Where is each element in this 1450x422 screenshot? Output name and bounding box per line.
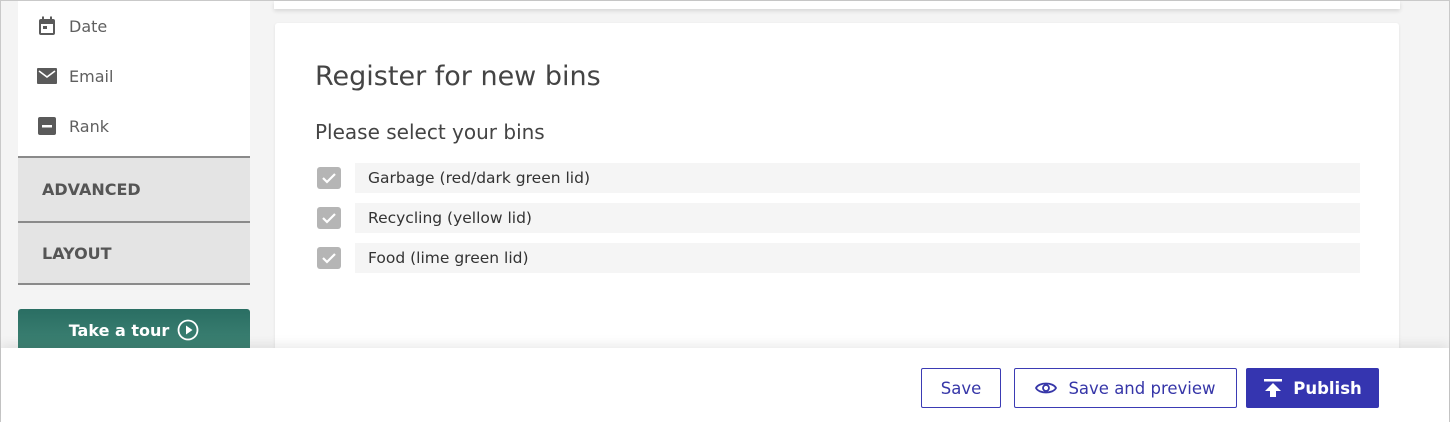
field-item-rank[interactable]: Rank bbox=[18, 101, 250, 151]
publish-button[interactable]: Publish bbox=[1246, 368, 1379, 408]
envelope-icon bbox=[37, 66, 57, 86]
tour-button-label: Take a tour bbox=[68, 320, 170, 340]
save-and-preview-button[interactable]: Save and preview bbox=[1014, 368, 1237, 408]
field-item-date[interactable]: Date bbox=[18, 1, 250, 51]
options-list: Garbage (red/dark green lid) Recycling (… bbox=[317, 163, 1360, 283]
calendar-icon bbox=[37, 16, 57, 36]
field-item-label: Date bbox=[69, 16, 108, 36]
option-label[interactable]: Food (lime green lid) bbox=[355, 243, 1360, 273]
section-label: ADVANCED bbox=[42, 180, 141, 199]
field-item-email[interactable]: Email bbox=[18, 51, 250, 101]
field-item-label: Rank bbox=[69, 116, 109, 136]
section-advanced[interactable]: ADVANCED bbox=[18, 156, 250, 221]
option-row: Garbage (red/dark green lid) bbox=[317, 163, 1360, 193]
previous-card-edge bbox=[274, 1, 1400, 9]
field-item-label: Email bbox=[69, 66, 114, 86]
option-row: Food (lime green lid) bbox=[317, 243, 1360, 273]
publish-label: Publish bbox=[1293, 378, 1362, 398]
form-card: Register for new bins Please select your… bbox=[275, 23, 1399, 353]
play-circle-icon bbox=[177, 319, 199, 341]
field-list: Date Email Rank bbox=[18, 1, 250, 156]
section-label: LAYOUT bbox=[42, 243, 112, 263]
preview-label: Save and preview bbox=[1068, 378, 1216, 398]
section-layout[interactable]: LAYOUT bbox=[18, 221, 250, 285]
eye-icon bbox=[1035, 380, 1058, 396]
minus-box-icon bbox=[37, 116, 57, 136]
checkbox[interactable] bbox=[317, 247, 341, 269]
checkbox[interactable] bbox=[317, 207, 341, 229]
form-title: Register for new bins bbox=[315, 61, 601, 92]
footer-bar: Save Save and preview Publish bbox=[1, 348, 1449, 422]
sidebar: Date Email Rank ADVANCED LAYOUT Take a t… bbox=[18, 1, 250, 351]
upload-icon bbox=[1263, 378, 1283, 398]
save-label: Save bbox=[940, 378, 982, 398]
option-label[interactable]: Garbage (red/dark green lid) bbox=[355, 163, 1360, 193]
question-label: Please select your bins bbox=[315, 120, 545, 144]
checkbox[interactable] bbox=[317, 167, 341, 189]
option-row: Recycling (yellow lid) bbox=[317, 203, 1360, 233]
option-label[interactable]: Recycling (yellow lid) bbox=[355, 203, 1360, 233]
save-button[interactable]: Save bbox=[921, 368, 1001, 408]
take-a-tour-button[interactable]: Take a tour bbox=[18, 309, 250, 351]
